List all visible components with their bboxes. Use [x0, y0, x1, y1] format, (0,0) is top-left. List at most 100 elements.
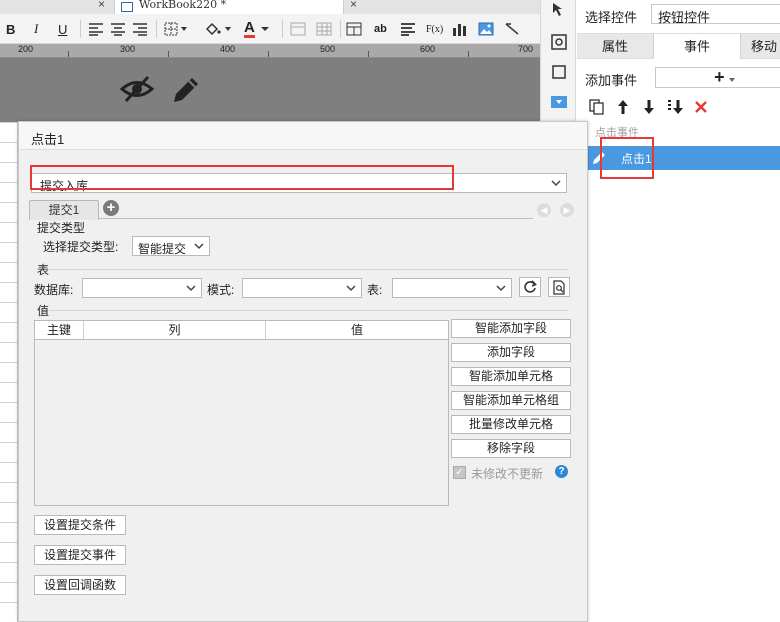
delete-icon[interactable]: [693, 98, 709, 116]
ruler-tick: [468, 51, 469, 57]
slash-icon[interactable]: [504, 19, 520, 39]
unmodified-no-update-label: 未修改不更新: [471, 467, 544, 481]
property-panel: 选择控件 按钮控件 属性 事件 移动 添加事件 + 点击事件 点击1: [577, 0, 780, 622]
section-divider: [49, 269, 569, 270]
remove-field-button[interactable]: 移除字段: [451, 439, 571, 458]
smart-add-cell-button[interactable]: 智能添加单元格: [451, 367, 571, 386]
border-icon[interactable]: [164, 19, 188, 39]
document-tab[interactable]: WorkBook220 *: [114, 0, 344, 14]
add-icon: +: [714, 67, 725, 87]
unmodified-no-update-checkbox[interactable]: ✓: [453, 466, 466, 479]
database-select[interactable]: [82, 278, 202, 298]
hide-eye-icon[interactable]: [119, 74, 155, 107]
ruler-mark: 300: [120, 44, 136, 54]
cell-style-icon[interactable]: [290, 19, 306, 39]
document-tab-bar: × WorkBook220 * ×: [0, 0, 540, 14]
submit-type-section: 提交类型: [37, 221, 86, 235]
italic-button[interactable]: I: [34, 19, 38, 39]
edit-pencil-icon[interactable]: [170, 74, 204, 109]
chevron-down-icon: [346, 285, 356, 292]
set-submit-event-button[interactable]: 设置提交事件: [34, 545, 126, 565]
text-field-button[interactable]: ab: [374, 19, 387, 39]
header-column[interactable]: 列: [84, 321, 266, 339]
submit-type-select[interactable]: 智能提交: [132, 236, 210, 256]
ruler-mark: 700: [518, 44, 534, 54]
chevron-right-icon[interactable]: ▶: [560, 203, 574, 217]
cursor-icon[interactable]: [549, 0, 569, 20]
chevron-down-icon: [496, 285, 506, 292]
chevron-down-icon: [186, 285, 196, 292]
tab-events[interactable]: 事件: [653, 34, 741, 59]
close-tab-icon[interactable]: ×: [98, 0, 105, 11]
insert-cell-icon[interactable]: [346, 19, 362, 39]
ruler-tick: [268, 51, 269, 57]
toolbar-divider: [80, 20, 81, 38]
dropdown-widget-icon[interactable]: [549, 92, 569, 112]
table-grid-icon[interactable]: [316, 19, 332, 39]
ruler-mark: 500: [320, 44, 336, 54]
document-tab-label: WorkBook220 *: [139, 0, 227, 11]
underline-button[interactable]: U: [58, 19, 67, 39]
chevron-down-icon: [728, 77, 735, 82]
grid-header: 主键 列 值: [35, 321, 448, 340]
align-left-icon[interactable]: [88, 19, 104, 39]
event-actions: [589, 96, 709, 118]
ruler-mark: 600: [420, 44, 436, 54]
smart-add-field-button[interactable]: 智能添加字段: [451, 319, 571, 338]
click-event-dialog: 点击1 提交入库 提交1 + ◀ ▶ 提交类型 选择提交类型: 智能提交 表 数…: [18, 121, 588, 622]
add-event-button[interactable]: +: [655, 67, 780, 88]
dialog-titlebar: [19, 122, 587, 150]
workbook-icon: [121, 2, 133, 12]
preview-table-button[interactable]: [548, 277, 570, 297]
horizontal-ruler: 200 300 400 500 600 700: [0, 44, 540, 58]
widget-settings-icon[interactable]: [549, 32, 569, 52]
move-up-icon[interactable]: [615, 98, 631, 116]
ruler-mark: 400: [220, 44, 236, 54]
mode-select[interactable]: [242, 278, 362, 298]
copy-icon[interactable]: [589, 98, 605, 116]
font-color-icon[interactable]: A: [244, 19, 271, 39]
tab-submit-1[interactable]: 提交1: [29, 200, 99, 220]
set-callback-function-button[interactable]: 设置回调函数: [34, 575, 126, 595]
bold-button[interactable]: B: [6, 19, 15, 39]
chevron-down-icon: [194, 243, 204, 250]
values-section: 值: [37, 304, 50, 318]
move-bottom-icon[interactable]: [667, 98, 683, 116]
highlight-box: [600, 137, 654, 179]
refresh-icon: [524, 280, 537, 293]
bar-chart-icon[interactable]: [452, 19, 468, 39]
tab-mobile[interactable]: 移动: [751, 34, 780, 59]
header-primary-key[interactable]: 主键: [35, 321, 84, 339]
mode-label: 模式:: [207, 283, 235, 297]
add-field-button[interactable]: 添加字段: [451, 343, 571, 362]
add-tab-icon[interactable]: +: [103, 200, 119, 216]
tab-properties[interactable]: 属性: [577, 34, 653, 59]
fill-color-icon[interactable]: [204, 19, 232, 39]
formula-button[interactable]: F(x): [426, 19, 443, 39]
header-value[interactable]: 值: [266, 321, 448, 339]
align-right-icon[interactable]: [132, 19, 148, 39]
select-control-field[interactable]: 按钮控件: [651, 4, 780, 25]
refresh-button[interactable]: [519, 277, 541, 297]
move-down-icon[interactable]: [641, 98, 657, 116]
set-submit-condition-button[interactable]: 设置提交条件: [34, 515, 126, 535]
table-section: 表: [37, 263, 50, 277]
chevron-left-icon[interactable]: ◀: [537, 203, 551, 217]
align-center-icon[interactable]: [110, 19, 126, 39]
field-grid[interactable]: 主键 列 值: [34, 320, 449, 506]
toolbar-divider: [282, 20, 283, 38]
batch-modify-cell-button[interactable]: 批量修改单元格: [451, 415, 571, 434]
table-select[interactable]: [392, 278, 512, 298]
add-event-label: 添加事件: [585, 73, 638, 88]
design-canvas: [0, 58, 540, 122]
select-submit-type-label: 选择提交类型:: [43, 240, 119, 254]
image-icon[interactable]: [478, 19, 494, 39]
smart-add-cell-group-button[interactable]: 智能添加单元格组: [451, 391, 571, 410]
format-toolbar: B I U A ab F(x): [0, 14, 540, 44]
help-icon[interactable]: ?: [555, 465, 568, 478]
panel-tabs: 属性 事件 移动: [577, 33, 780, 59]
ruler-tick: [368, 51, 369, 57]
rich-text-icon[interactable]: [400, 19, 416, 39]
frame-icon[interactable]: [549, 62, 569, 82]
close-tab-icon[interactable]: ×: [350, 0, 357, 11]
